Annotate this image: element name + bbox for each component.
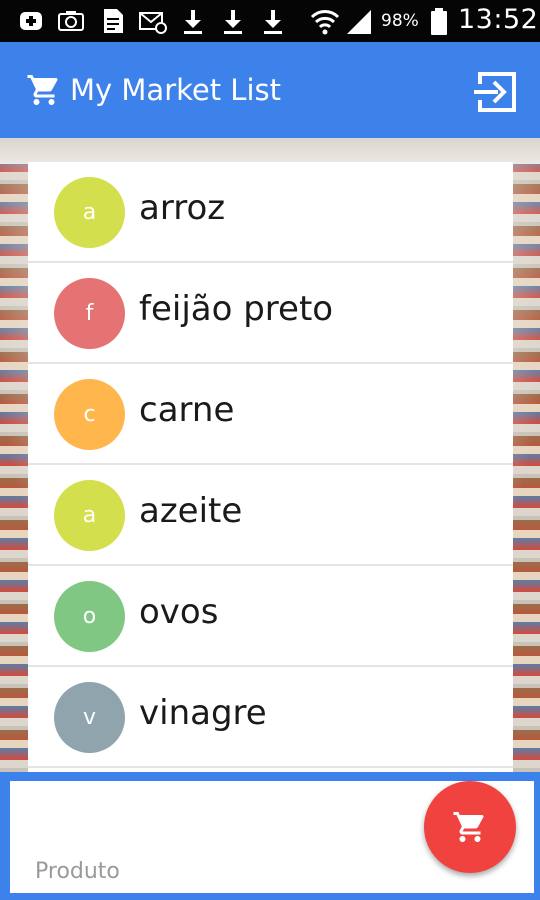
document-icon xyxy=(98,6,128,36)
list-item[interactable]: o ovos xyxy=(28,566,513,667)
item-label: feijão preto xyxy=(139,289,334,329)
add-to-cart-button[interactable] xyxy=(424,781,516,873)
item-avatar: f xyxy=(54,278,125,349)
item-label: arroz xyxy=(139,188,226,228)
background-ceiling xyxy=(0,138,540,164)
logout-icon xyxy=(474,72,516,112)
item-avatar: a xyxy=(54,177,125,248)
item-label: vinagre xyxy=(139,693,267,733)
item-avatar: c xyxy=(54,379,125,450)
list-item[interactable]: a arroz xyxy=(28,162,513,263)
logout-button[interactable] xyxy=(470,66,522,118)
item-label: azeite xyxy=(139,491,243,531)
item-avatar: v xyxy=(54,682,125,753)
market-item-list[interactable]: a arroz f feijão preto c carne a azeite … xyxy=(28,162,513,774)
app-screen: 98% 13:52 My Market List a arroz f feijã… xyxy=(0,0,540,900)
item-avatar: o xyxy=(54,581,125,652)
item-avatar: a xyxy=(54,480,125,551)
app-bar: My Market List xyxy=(0,42,540,138)
add-to-cart-icon xyxy=(453,812,484,842)
list-item[interactable]: c carne xyxy=(28,364,513,465)
list-item[interactable]: f feijão preto xyxy=(28,263,513,364)
status-bar: 98% 13:52 xyxy=(0,0,540,42)
battery-icon xyxy=(424,6,454,36)
wifi-icon xyxy=(310,6,340,36)
battery-percentage: 98% xyxy=(381,11,419,31)
status-time: 13:52 xyxy=(458,4,539,35)
app-title: My Market List xyxy=(70,73,282,107)
download-icon xyxy=(258,6,288,36)
email-icon xyxy=(138,6,168,36)
list-item[interactable]: v vinagre xyxy=(28,667,513,768)
item-label: carne xyxy=(139,390,235,430)
item-label: ovos xyxy=(139,592,219,632)
shopping-cart-icon xyxy=(26,72,62,108)
list-item[interactable]: a azeite xyxy=(28,465,513,566)
camera-icon xyxy=(56,6,86,36)
signal-icon xyxy=(344,6,374,36)
add-notification-icon xyxy=(16,6,46,36)
download-icon xyxy=(178,6,208,36)
download-icon xyxy=(218,6,248,36)
